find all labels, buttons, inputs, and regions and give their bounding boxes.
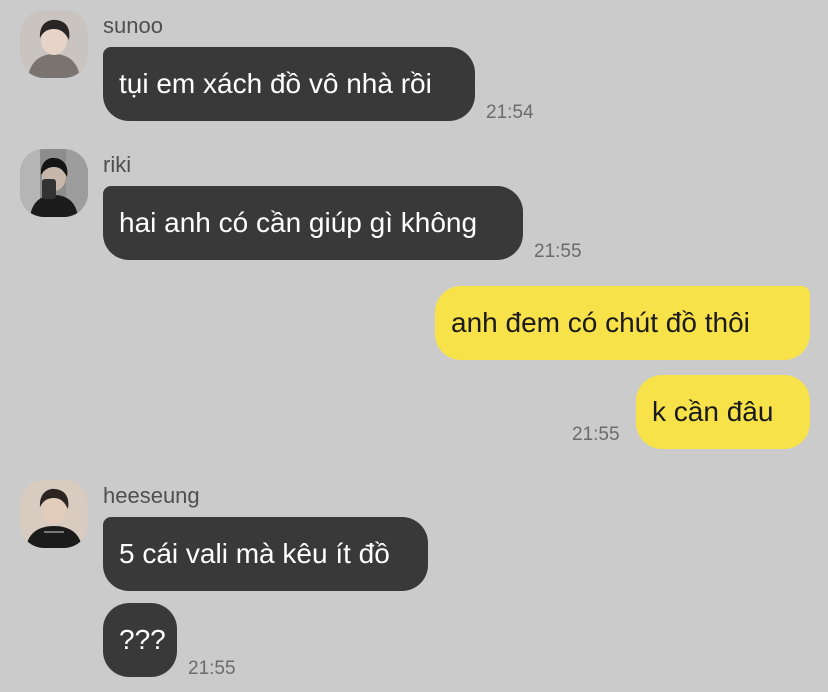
avatar-riki-photo (20, 149, 88, 217)
avatar-riki[interactable] (20, 149, 88, 217)
message-text: hai anh có cần giúp gì không (119, 207, 478, 238)
message-bubble-outgoing[interactable]: anh đem có chút đồ thôi (435, 286, 810, 360)
sender-name-heeseung: heeseung (103, 483, 200, 508)
message-timestamp: 21:54 (486, 102, 534, 123)
message-bubble[interactable]: hai anh có cần giúp gì không (103, 186, 523, 260)
message-bubble[interactable]: 5 cái vali mà kêu ít đồ (103, 517, 428, 591)
avatar-sunoo-photo (20, 10, 88, 78)
message-bubble[interactable]: ??? (103, 603, 177, 677)
message-text: anh đem có chút đồ thôi (451, 307, 750, 338)
message-timestamp: 21:55 (188, 658, 236, 679)
avatar-sunoo[interactable] (20, 10, 88, 78)
message-text: tụi em xách đồ vô nhà rồi (119, 68, 432, 99)
sender-name-sunoo: sunoo (103, 13, 163, 38)
message-timestamp: 21:55 (572, 424, 620, 445)
message-text: 5 cái vali mà kêu ít đồ (119, 538, 390, 569)
message-bubble[interactable]: tụi em xách đồ vô nhà rồi (103, 47, 475, 121)
message-timestamp: 21:55 (534, 241, 582, 262)
message-text: k cần đâu (652, 396, 774, 427)
avatar-heeseung-photo (20, 480, 88, 548)
avatar-heeseung[interactable] (20, 480, 88, 548)
message-text: ??? (119, 624, 166, 655)
message-bubble-outgoing[interactable]: k cần đâu (636, 375, 810, 449)
sender-name-riki: riki (103, 152, 132, 177)
